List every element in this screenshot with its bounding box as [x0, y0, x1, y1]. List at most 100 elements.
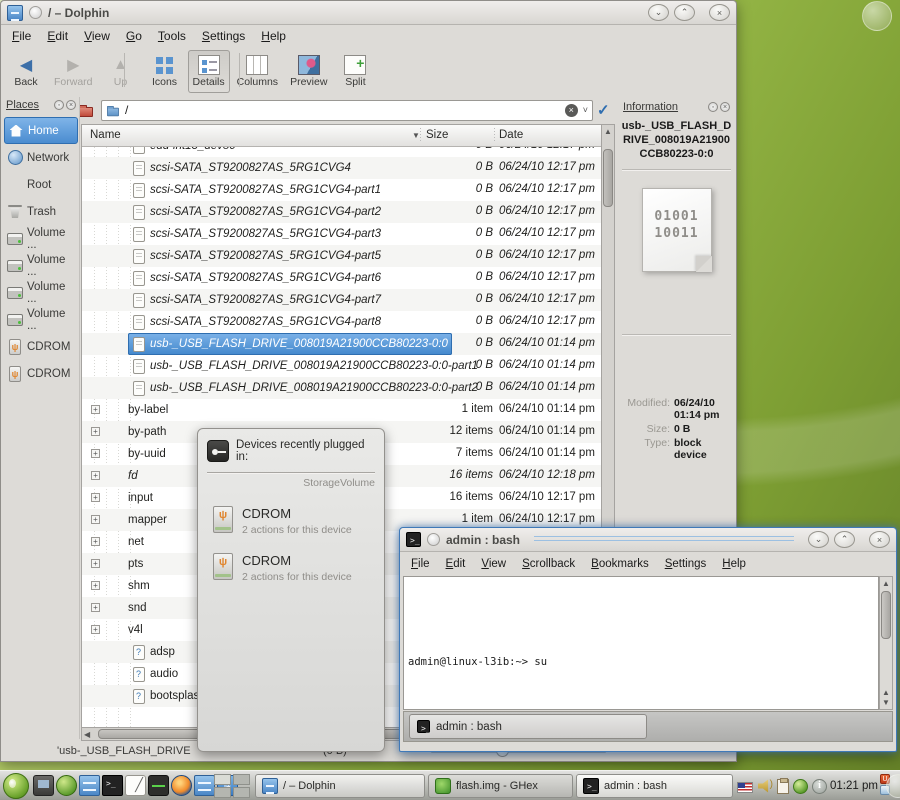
tray-icon[interactable]: [793, 778, 808, 794]
minimize-button[interactable]: ⌄: [648, 4, 669, 21]
file-name-cell[interactable]: by-label: [106, 399, 172, 421]
file-name-cell[interactable]: shm: [106, 575, 154, 597]
column-header[interactable]: Name ▼ Size Date: [82, 125, 601, 147]
location-ok-icon[interactable]: ✓: [597, 101, 610, 119]
toolbar-button[interactable]: Split: [334, 50, 376, 93]
expand-icon[interactable]: [91, 581, 100, 590]
menu-item[interactable]: File: [404, 555, 437, 573]
scroll-up-icon[interactable]: ▲: [880, 688, 892, 697]
toolbar-button[interactable]: Forward: [49, 50, 98, 93]
expand-icon[interactable]: [91, 559, 100, 568]
file-name-cell[interactable]: scsi-SATA_ST9200827AS_5RG1CVG4-part5: [128, 245, 385, 267]
close-button[interactable]: ×: [869, 531, 890, 548]
expand-icon[interactable]: [91, 625, 100, 634]
terminal-screen[interactable]: admin@linux-l3ib:~> su Password: linux-l…: [403, 576, 879, 710]
table-row[interactable]: by-label 1 item 06/24/10 01:14 pm: [82, 399, 601, 421]
file-name-cell[interactable]: adsp: [128, 641, 179, 663]
file-name-cell[interactable]: pts: [106, 553, 147, 575]
table-row[interactable]: scsi-SATA_ST9200827AS_5RG1CVG4-part6 0 B…: [82, 267, 601, 289]
menu-item[interactable]: Edit: [439, 555, 473, 573]
scroll-up-icon[interactable]: ▲: [602, 127, 614, 136]
launcher-icon[interactable]: [56, 775, 77, 796]
task-button[interactable]: / – Dolphin: [255, 774, 425, 798]
pager-desktop-cell[interactable]: [214, 787, 231, 798]
location-dropdown-icon[interactable]: ˅: [583, 105, 588, 115]
menu-item[interactable]: Go: [119, 26, 149, 46]
places-item[interactable]: Home: [4, 117, 78, 144]
menu-item[interactable]: Settings: [658, 555, 714, 573]
window-menu-button[interactable]: [29, 6, 42, 19]
launcher-icon[interactable]: [125, 775, 146, 796]
file-name-cell[interactable]: scsi-SATA_ST9200827AS_5RG1CVG4-part3: [128, 223, 385, 245]
table-row[interactable]: usb-_USB_FLASH_DRIVE_008019A21900CCB8022…: [82, 377, 601, 399]
menu-item[interactable]: Bookmarks: [584, 555, 656, 573]
file-name-cell[interactable]: by-uuid: [106, 443, 170, 465]
device-entry[interactable]: CDROM 2 actions for this device: [207, 553, 375, 583]
scrollbar-thumb[interactable]: [603, 149, 613, 207]
places-item[interactable]: Network: [4, 144, 78, 171]
tray-icon[interactable]: [757, 778, 773, 794]
places-item[interactable]: Volume ...: [4, 306, 78, 333]
file-name-cell[interactable]: scsi-SATA_ST9200827AS_5RG1CVG4-part1: [128, 179, 385, 201]
launcher-icon[interactable]: [171, 775, 192, 796]
scrollbar-thumb[interactable]: [881, 591, 891, 639]
table-row[interactable]: scsi-SATA_ST9200827AS_5RG1CVG4-part8 0 B…: [82, 311, 601, 333]
column-size[interactable]: Size: [426, 129, 448, 141]
terminal-scrollbar[interactable]: ▲ ▲ ▼: [879, 576, 893, 710]
launcher-icon[interactable]: [33, 775, 54, 796]
pager-desktop-cell[interactable]: [214, 774, 231, 785]
menu-item[interactable]: View: [474, 555, 513, 573]
menu-item[interactable]: View: [77, 26, 117, 46]
file-name-cell[interactable]: scsi-SATA_ST9200827AS_5RG1CVG4-part8: [128, 311, 385, 333]
file-name-cell[interactable]: scsi-SATA_ST9200827AS_5RG1CVG4-part2: [128, 201, 385, 223]
file-name-cell[interactable]: net: [106, 531, 148, 553]
places-item[interactable]: Volume ...: [4, 279, 78, 306]
launcher-icon[interactable]: [194, 775, 215, 796]
file-name-cell[interactable]: snd: [106, 597, 151, 619]
file-name-cell[interactable]: fd: [106, 465, 142, 487]
menu-item[interactable]: Scrollback: [515, 555, 582, 573]
device-entry[interactable]: CDROM 2 actions for this device: [207, 506, 375, 536]
expand-icon[interactable]: [91, 493, 100, 502]
minimize-button[interactable]: ⌄: [808, 531, 829, 548]
expand-icon[interactable]: [91, 405, 100, 414]
file-name-cell[interactable]: scsi-SATA_ST9200827AS_5RG1CVG4-part7: [128, 289, 385, 311]
info-close-button[interactable]: ×: [720, 102, 730, 112]
expand-icon[interactable]: [91, 537, 100, 546]
expand-icon[interactable]: [91, 603, 100, 612]
task-button[interactable]: admin : bash: [576, 774, 733, 798]
task-button[interactable]: flash.img - GHex: [428, 774, 573, 798]
maximize-button[interactable]: ⌃: [674, 4, 695, 21]
file-name-cell[interactable]: edd-int13_dev80: [128, 147, 240, 157]
table-row[interactable]: scsi-SATA_ST9200827AS_5RG1CVG4-part1 0 B…: [82, 179, 601, 201]
location-bar[interactable]: / × ˅: [101, 99, 593, 121]
file-name-cell[interactable]: mapper: [106, 509, 171, 531]
menu-item[interactable]: Help: [254, 26, 293, 46]
table-row[interactable]: scsi-SATA_ST9200827AS_5RG1CVG4-part5 0 B…: [82, 245, 601, 267]
places-item[interactable]: Volume ...: [4, 225, 78, 252]
launcher-icon[interactable]: [148, 775, 169, 796]
places-item[interactable]: CDROM: [4, 333, 78, 360]
file-name-cell[interactable]: v4l: [106, 619, 147, 641]
file-name-cell[interactable]: scsi-SATA_ST9200827AS_5RG1CVG4: [128, 157, 355, 179]
dolphin-titlebar[interactable]: / – Dolphin ⌄ ⌃ ×: [1, 1, 736, 25]
launcher-icon[interactable]: [79, 775, 100, 796]
table-row[interactable]: edd-int13_dev80 0 B 06/24/10 12:17 pm: [82, 147, 601, 157]
toolbar-button[interactable]: Up: [100, 50, 142, 93]
tray-icon[interactable]: [737, 781, 753, 793]
table-row[interactable]: scsi-SATA_ST9200827AS_5RG1CVG4 0 B 06/24…: [82, 157, 601, 179]
clock[interactable]: 01:21 pm: [830, 771, 878, 800]
file-name-cell[interactable]: input: [106, 487, 157, 509]
menu-item[interactable]: Help: [715, 555, 753, 573]
kickoff-menu-button[interactable]: [3, 773, 29, 799]
column-date[interactable]: Date: [499, 129, 523, 141]
tray-icon[interactable]: [812, 778, 827, 794]
places-item[interactable]: Trash: [4, 198, 78, 225]
plasma-toolbox-icon[interactable]: [862, 1, 892, 31]
clear-location-icon[interactable]: ×: [564, 103, 578, 117]
file-name-cell[interactable]: scsi-SATA_ST9200827AS_5RG1CVG4-part6: [128, 267, 385, 289]
expand-icon[interactable]: [91, 515, 100, 524]
terminal-tab[interactable]: admin : bash: [409, 714, 647, 739]
menu-item[interactable]: Settings: [195, 26, 252, 46]
table-row[interactable]: scsi-SATA_ST9200827AS_5RG1CVG4-part2 0 B…: [82, 201, 601, 223]
